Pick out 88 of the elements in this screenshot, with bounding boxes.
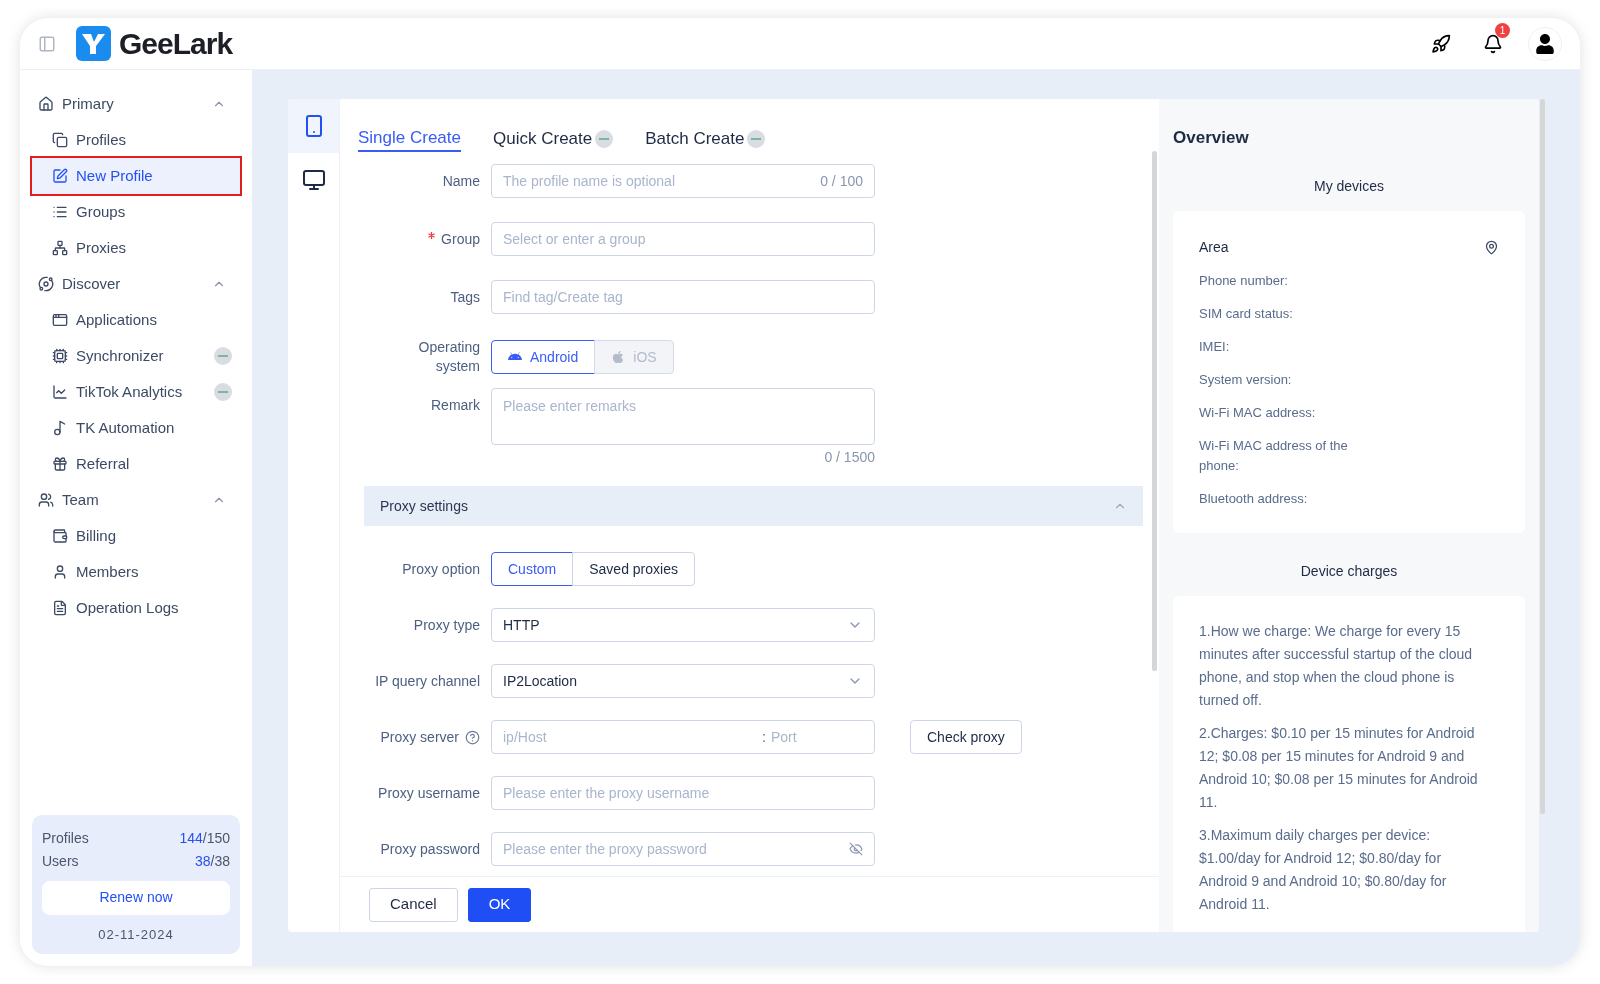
logo-text: GeeLark: [119, 26, 233, 62]
charge-paragraph: 2.Charges: $0.10 per 15 minutes for Android 12; $0.08 per 15 minutes for Android 9 and Android 10; $0.08 per 15 minutes for Android 11.: [1199, 723, 1479, 812]
field-label: IP query channel: [375, 671, 480, 691]
logo-icon: [76, 26, 111, 61]
sidebar-item[interactable]: Applications: [32, 302, 240, 338]
field-label: Proxy password: [380, 839, 480, 859]
proxy-settings-header[interactable]: Proxy settings: [364, 486, 1143, 526]
field-label: Group: [441, 229, 480, 249]
usage-count: 38/38: [194, 851, 230, 871]
usage-label: Profiles: [42, 828, 89, 848]
sidebar-item[interactable]: Billing: [32, 518, 240, 554]
monitor-icon: [301, 168, 326, 192]
notification-count: 1: [1495, 22, 1510, 38]
overview-title: Overview: [1173, 127, 1250, 149]
bell-icon: [1483, 33, 1503, 54]
device-field-label: Wi-Fi MAC address of the phone:: [1199, 436, 1349, 475]
field-label: Proxy type: [413, 615, 480, 635]
sidebar-item[interactable]: Synchronizer: [32, 338, 240, 374]
charge-paragraph: 3.Maximum daily charges per device: $1.00/day for Android 12; $0.80/day for Android 9 and Android 10; $0.80/day for Android 11.: [1199, 825, 1448, 914]
sidebar-item[interactable]: Operation Logs: [32, 590, 240, 626]
music-note-icon: [52, 420, 68, 436]
sidebar-section-header[interactable]: Team: [32, 482, 240, 518]
select-field[interactable]: IP2Location: [491, 664, 875, 698]
check-proxy-button[interactable]: Check proxy: [910, 720, 1022, 754]
character-counter: 0 / 1500: [824, 448, 875, 467]
option-button[interactable]: Saved proxies: [572, 552, 695, 586]
sidebar-section-header[interactable]: Primary: [32, 86, 240, 122]
network-icon: [52, 240, 68, 256]
chip-icon: [52, 348, 68, 364]
usage-label: Users: [42, 851, 79, 871]
select-field[interactable]: HTTP: [491, 608, 875, 642]
device-field-label: Phone number:: [1199, 271, 1289, 290]
people-icon: [38, 492, 54, 508]
option-button[interactable]: Custom: [491, 552, 574, 586]
device-field-label: IMEI:: [1199, 337, 1231, 356]
device-field-label: System version:: [1199, 370, 1293, 389]
area-heading: Area: [1199, 237, 1229, 257]
planet-icon: [38, 276, 54, 292]
device-field-label: SIM card status:: [1199, 304, 1294, 323]
section-title: Device charges: [1299, 561, 1399, 581]
create-mode-tab[interactable]: Quick Create: [493, 126, 593, 152]
home-icon: [38, 96, 54, 112]
ok-button[interactable]: OK: [467, 887, 532, 922]
character-counter: 0 / 100: [820, 171, 863, 191]
device-field-label: Wi-Fi MAC address:: [1199, 403, 1317, 422]
field-label: Proxy server: [380, 727, 459, 747]
field-label: Proxy username: [378, 783, 480, 803]
field-label: Name: [442, 171, 480, 191]
sidebar-item[interactable]: Referral: [32, 446, 240, 482]
create-mode-tab[interactable]: Batch Create: [645, 126, 745, 152]
field-label: Proxy option: [402, 559, 480, 579]
wallet-icon: [52, 528, 68, 544]
sidebar-item[interactable]: Groups: [32, 194, 240, 230]
phone-device-tab[interactable]: [288, 99, 339, 153]
scrollbar[interactable]: [1151, 151, 1157, 671]
apple-icon: [611, 350, 626, 364]
sidebar-item[interactable]: Members: [32, 554, 240, 590]
window-icon: [52, 312, 68, 328]
usage-count: 144/150: [179, 828, 230, 848]
list-icon: [52, 204, 68, 220]
sidebar-section-header[interactable]: Discover: [32, 266, 240, 302]
field-label: Operating system: [417, 338, 480, 376]
charge-paragraph: 1.How we charge: We charge for every 15 minutes after successful startup of the cloud phone, and stop when the cloud phone is turned off.: [1199, 621, 1474, 710]
scrollbar[interactable]: [1540, 99, 1545, 814]
field-label: Tags: [450, 287, 480, 307]
expiry-date: 02-11-2024: [97, 925, 175, 944]
option-button[interactable]: Android: [491, 340, 596, 374]
gift-icon: [52, 456, 68, 472]
line-chart-icon: [52, 384, 68, 400]
sidebar-item[interactable]: New Profile: [32, 158, 240, 194]
section-title: My devices: [1313, 176, 1385, 196]
server-field[interactable]: ip/Host : Port: [491, 720, 875, 754]
sidebar-item[interactable]: TK Automation: [32, 410, 240, 446]
user-icon: [52, 564, 68, 580]
create-mode-tab[interactable]: Single Create: [358, 126, 461, 152]
edit-icon: [52, 168, 68, 184]
sidebar-item[interactable]: Proxies: [32, 230, 240, 266]
device-field-label: Bluetooth address:: [1199, 489, 1309, 508]
field-label: Remark: [431, 396, 480, 415]
document-icon: [52, 600, 68, 616]
copy-icon: [52, 132, 68, 148]
cancel-button[interactable]: Cancel: [369, 887, 458, 922]
location-pin-icon: [1484, 239, 1499, 255]
hidden-eye-icon: [849, 842, 863, 856]
sidebar-toggle-icon[interactable]: [38, 34, 56, 53]
sidebar-item[interactable]: TikTok Analytics: [32, 374, 240, 410]
sidebar-item[interactable]: Profiles: [32, 122, 240, 158]
renew-button[interactable]: Renew now: [42, 880, 230, 915]
